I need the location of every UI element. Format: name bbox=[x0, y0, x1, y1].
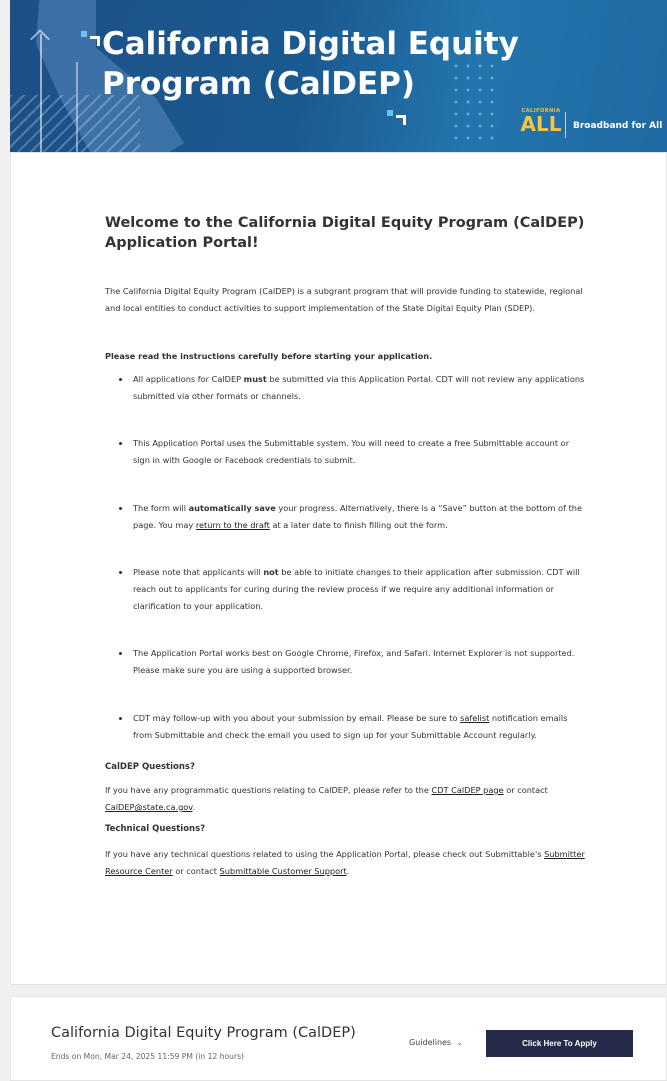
instructions-list: All applications for CalDEP must be subm… bbox=[105, 371, 585, 744]
logo-divider bbox=[565, 112, 566, 138]
california-all-logo: CALIFORNIA ALL bbox=[520, 108, 562, 144]
guidelines-dropdown[interactable]: Guidelines ⌄ bbox=[409, 1038, 463, 1047]
caldep-questions-heading: CalDEP Questions? bbox=[105, 762, 195, 772]
technical-questions-heading: Technical Questions? bbox=[105, 824, 206, 834]
submittable-support-link[interactable]: Submittable Customer Support bbox=[220, 866, 347, 876]
corner-mark-icon bbox=[387, 110, 406, 125]
list-item: CDT may follow-up with you about your su… bbox=[105, 710, 585, 744]
program-title: California Digital Equity Program (CalDE… bbox=[51, 1025, 356, 1041]
list-item: The Application Portal works best on Goo… bbox=[105, 645, 585, 679]
list-item: This Application Portal uses the Submitt… bbox=[105, 435, 585, 469]
program-apply-card: California Digital Equity Program (CalDE… bbox=[10, 996, 667, 1081]
welcome-card: Welcome to the California Digital Equity… bbox=[10, 152, 667, 985]
corner-mark-icon bbox=[81, 31, 100, 46]
list-item: The form will automatically save your pr… bbox=[105, 500, 585, 534]
welcome-content: Welcome to the California Digital Equity… bbox=[105, 213, 585, 880]
chevron-down-icon: ⌄ bbox=[456, 1039, 463, 1047]
caldep-questions-text: If you have any programmatic questions r… bbox=[105, 785, 548, 812]
caldep-email-link[interactable]: CalDEP@state.ca.gov bbox=[105, 802, 193, 812]
instructions-lead: Please read the instructions carefully b… bbox=[105, 351, 433, 361]
technical-questions-text: If you have any technical questions rela… bbox=[105, 849, 585, 876]
intro-paragraph: The California Digital Equity Program (C… bbox=[105, 286, 583, 313]
banner-title: California Digital Equity Program (CalDE… bbox=[102, 26, 519, 102]
deadline-text: Ends on Mon, Mar 24, 2025 11:59 PM (in 1… bbox=[51, 1052, 245, 1061]
line-graphic bbox=[76, 62, 78, 152]
welcome-heading: Welcome to the California Digital Equity… bbox=[105, 215, 585, 251]
guidelines-label: Guidelines bbox=[409, 1038, 452, 1047]
return-to-draft-link[interactable]: return to the draft bbox=[196, 520, 270, 530]
arrow-up-graphic bbox=[40, 34, 42, 152]
logo-big-text: ALL bbox=[520, 112, 562, 136]
list-item: All applications for CalDEP must be subm… bbox=[105, 371, 585, 405]
broadband-tagline: Broadband for All bbox=[573, 121, 663, 131]
program-banner: California Digital Equity Program (CalDE… bbox=[10, 0, 667, 152]
cdt-caldep-page-link[interactable]: CDT CalDEP page bbox=[432, 785, 504, 795]
apply-button[interactable]: Click Here To Apply bbox=[486, 1030, 633, 1057]
list-item: Please note that applicants will not be … bbox=[105, 564, 585, 615]
safelist-link[interactable]: safelist bbox=[460, 713, 489, 723]
